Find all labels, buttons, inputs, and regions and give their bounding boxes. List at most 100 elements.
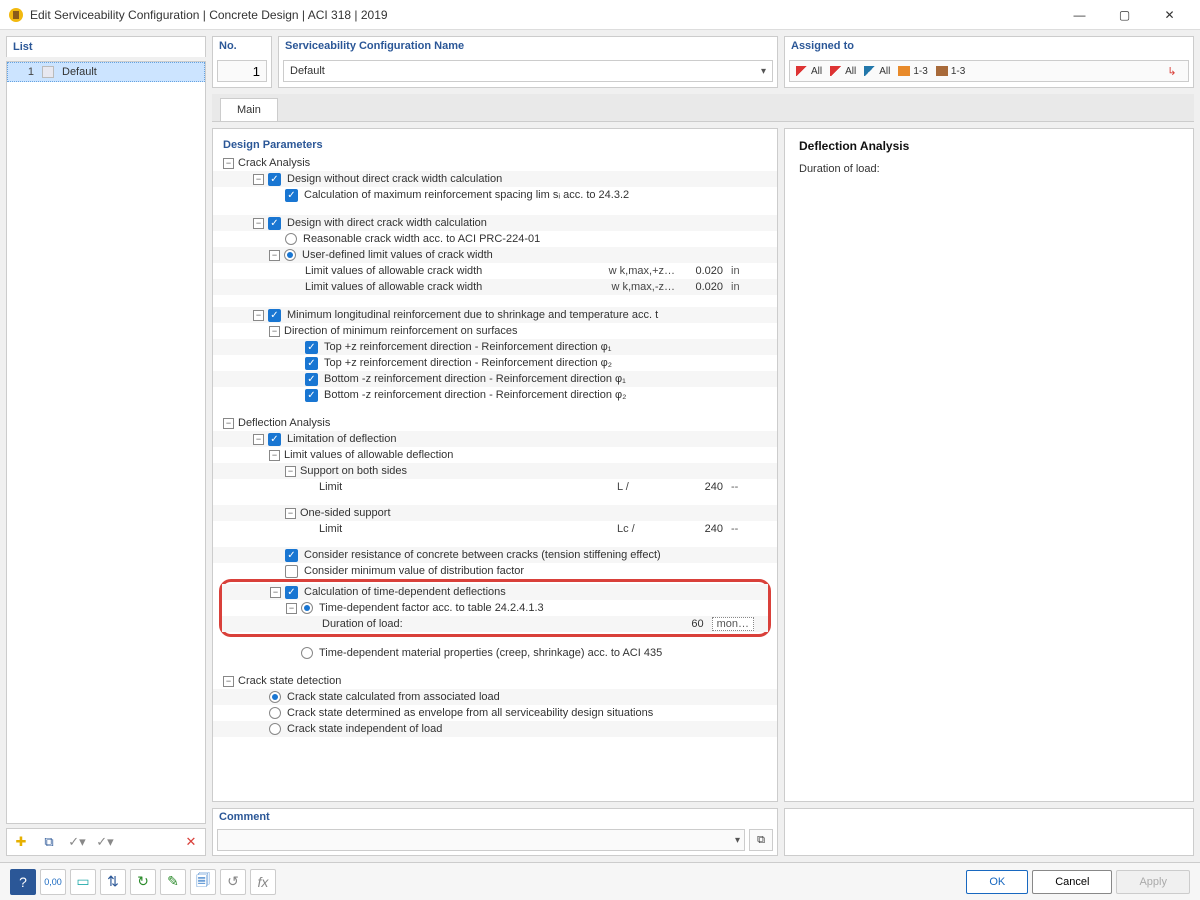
row-csd-associated-load[interactable]: Crack state calculated from associated l… [213, 689, 777, 705]
param-value[interactable]: 60 [664, 618, 704, 630]
close-button[interactable]: ✕ [1147, 0, 1192, 30]
param-value[interactable]: 0.020 [683, 265, 723, 277]
row-one-sided-support[interactable]: − One-sided support [213, 505, 777, 521]
expander-icon[interactable]: − [269, 450, 280, 461]
name-select[interactable]: Default [283, 60, 773, 82]
row-time-dependent-material[interactable]: Time-dependent material properties (cree… [213, 645, 777, 661]
expander-icon[interactable]: − [285, 508, 296, 519]
checkbox[interactable]: ✓ [268, 173, 281, 186]
checkbox[interactable]: ✓ [305, 357, 318, 370]
row-min-distribution-factor[interactable]: Consider minimum value of distribution f… [213, 563, 777, 579]
expander-icon[interactable]: − [270, 587, 281, 598]
row-top-z-phi2[interactable]: ✓ Top +z reinforcement direction - Reinf… [213, 355, 777, 371]
checkbox[interactable]: ✓ [268, 217, 281, 230]
row-time-dependent-deflections[interactable]: − ✓ Calculation of time-dependent deflec… [222, 584, 768, 600]
sort-button[interactable]: ⇅ [100, 869, 126, 895]
radio[interactable] [284, 249, 296, 261]
expander-icon[interactable]: − [269, 250, 280, 261]
expander-icon[interactable]: − [269, 326, 280, 337]
config-list[interactable]: 1 Default [6, 61, 206, 824]
check-dropdown-2[interactable]: ✓▾ [93, 831, 117, 853]
row-bottom-z-phi2[interactable]: ✓ Bottom -z reinforcement direction - Re… [213, 387, 777, 403]
radio[interactable] [269, 707, 281, 719]
expander-icon[interactable]: − [285, 466, 296, 477]
checkbox[interactable] [285, 565, 298, 578]
row-bottom-z-phi1[interactable]: ✓ Bottom -z reinforcement direction - Re… [213, 371, 777, 387]
assigned-chips[interactable]: All All All 1-3 1-3 ↳ [789, 60, 1189, 82]
minimize-button[interactable]: — [1057, 0, 1102, 30]
no-input[interactable] [217, 60, 267, 82]
checkbox[interactable]: ✓ [268, 433, 281, 446]
formula-button[interactable]: fx [250, 869, 276, 895]
expander-icon[interactable]: − [223, 158, 234, 169]
list-item[interactable]: 1 Default [7, 62, 205, 82]
group-crack-analysis[interactable]: − Crack Analysis [213, 155, 777, 171]
param-value[interactable]: 240 [683, 481, 723, 493]
group-crack-state-detection[interactable]: − Crack state detection [213, 673, 777, 689]
param-value[interactable]: 0.020 [683, 281, 723, 293]
group-deflection-analysis[interactable]: − Deflection Analysis [213, 415, 777, 431]
row-limit-both[interactable]: Limit L / 240 -- [213, 479, 777, 495]
cancel-button[interactable]: Cancel [1032, 870, 1112, 894]
row-tension-stiffening[interactable]: ✓ Consider resistance of concrete betwee… [213, 547, 777, 563]
row-top-z-phi1[interactable]: ✓ Top +z reinforcement direction - Reinf… [213, 339, 777, 355]
refresh-button[interactable]: ↻ [130, 869, 156, 895]
copy-settings-button[interactable]: 🗐 [190, 869, 216, 895]
row-user-defined-limits[interactable]: − User-defined limit values of crack wid… [213, 247, 777, 263]
expander-icon[interactable]: − [253, 434, 264, 445]
duplicate-button[interactable]: ⧉ [37, 831, 61, 853]
apply-button[interactable]: Apply [1116, 870, 1190, 894]
ok-button[interactable]: OK [966, 870, 1028, 894]
row-limit-one-sided[interactable]: Limit Lc / 240 -- [213, 521, 777, 537]
row-time-dependent-factor[interactable]: − Time-dependent factor acc. to table 24… [222, 600, 768, 616]
check-dropdown-1[interactable]: ✓▾ [65, 831, 89, 853]
checkbox[interactable]: ✓ [285, 189, 298, 202]
row-design-without-crack[interactable]: − ✓ Design without direct crack width ca… [213, 171, 777, 187]
checkbox[interactable]: ✓ [305, 373, 318, 386]
row-calc-max-reinforcement[interactable]: ✓ Calculation of maximum reinforcement s… [213, 187, 777, 203]
row-duration-of-load[interactable]: Duration of load: 60 mon… [222, 616, 768, 632]
row-limit-crack-width-bottom[interactable]: Limit values of allowable crack width w … [213, 279, 777, 295]
new-button[interactable]: ✚ [9, 831, 33, 853]
row-limit-values[interactable]: − Limit values of allowable deflection [213, 447, 777, 463]
comment-copy-button[interactable]: ⧉ [749, 829, 773, 851]
expander-icon[interactable]: − [253, 218, 264, 229]
checkbox[interactable]: ✓ [305, 341, 318, 354]
row-reasonable-crack-width[interactable]: Reasonable crack width acc. to ACI PRC-2… [213, 231, 777, 247]
radio[interactable] [269, 691, 281, 703]
checkbox[interactable]: ✓ [285, 549, 298, 562]
name-field-group: Serviceability Configuration Name Defaul… [278, 36, 778, 88]
param-value[interactable]: 240 [683, 523, 723, 535]
checkbox[interactable]: ✓ [268, 309, 281, 322]
row-csd-envelope[interactable]: Crack state determined as envelope from … [213, 705, 777, 721]
row-min-longitudinal[interactable]: − ✓ Minimum longitudinal reinforcement d… [213, 307, 777, 323]
checkbox[interactable]: ✓ [285, 586, 298, 599]
param-unit[interactable]: mon… [712, 617, 754, 631]
reset-button[interactable]: ↺ [220, 869, 246, 895]
comment-select[interactable] [217, 829, 745, 851]
radio[interactable] [269, 723, 281, 735]
expander-icon[interactable]: − [253, 310, 264, 321]
row-direction-min-reinforcement[interactable]: − Direction of minimum reinforcement on … [213, 323, 777, 339]
radio[interactable] [301, 602, 313, 614]
help-button[interactable]: ? [10, 869, 36, 895]
tab-main[interactable]: Main [220, 98, 278, 121]
delete-button[interactable]: ✕ [179, 831, 203, 853]
expander-icon[interactable]: − [223, 418, 234, 429]
radio[interactable] [301, 647, 313, 659]
expander-icon[interactable]: − [286, 603, 297, 614]
row-limit-crack-width-top[interactable]: Limit values of allowable crack width w … [213, 263, 777, 279]
expander-icon[interactable]: − [223, 676, 234, 687]
checkbox[interactable]: ✓ [305, 389, 318, 402]
row-csd-independent[interactable]: Crack state independent of load [213, 721, 777, 737]
radio[interactable] [285, 233, 297, 245]
maximize-button[interactable]: ▢ [1102, 0, 1147, 30]
expander-icon[interactable]: − [253, 174, 264, 185]
row-design-with-crack[interactable]: − ✓ Design with direct crack width calcu… [213, 215, 777, 231]
edit-button[interactable]: ✎ [160, 869, 186, 895]
row-limitation-deflection[interactable]: − ✓ Limitation of deflection [213, 431, 777, 447]
view-button[interactable]: ▭ [70, 869, 96, 895]
row-support-both-sides[interactable]: − Support on both sides [213, 463, 777, 479]
units-button[interactable]: 0,00 [40, 869, 66, 895]
pick-button[interactable]: ↳ [1162, 62, 1182, 80]
